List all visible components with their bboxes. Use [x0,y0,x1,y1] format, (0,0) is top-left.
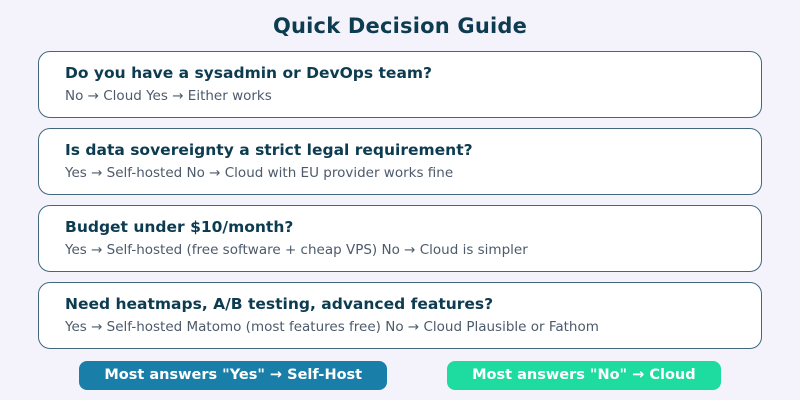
question-card-sovereignty: Is data sovereignty a strict legal requi… [38,128,762,195]
question-card-features: Need heatmaps, A/B testing, advanced fea… [38,282,762,349]
self-host-result-button[interactable]: Most answers "Yes" → Self-Host [79,361,388,390]
card-answer: Yes → Self-hosted No → Cloud with EU pro… [65,165,454,181]
question-card-sysadmin: Do you have a sysadmin or DevOps team? N… [38,51,762,118]
card-question: Need heatmaps, A/B testing, advanced fea… [65,295,494,313]
card-answer: No → Cloud Yes → Either works [65,88,272,104]
card-question: Budget under $10/month? [65,218,294,236]
card-question: Is data sovereignty a strict legal requi… [65,141,473,159]
results-row: Most answers "Yes" → Self-Host Most answ… [0,361,800,390]
question-card-list: Do you have a sysadmin or DevOps team? N… [38,51,762,349]
card-question: Do you have a sysadmin or DevOps team? [65,64,433,82]
card-answer: Yes → Self-hosted (free software + cheap… [65,242,528,258]
card-answer: Yes → Self-hosted Matomo (most features … [65,319,599,335]
question-card-budget: Budget under $10/month? Yes → Self-hoste… [38,205,762,272]
page-title: Quick Decision Guide [272,14,528,38]
decision-guide-page: Quick Decision Guide Do you have a sysad… [0,0,800,400]
cloud-result-button[interactable]: Most answers "No" → Cloud [447,361,721,390]
